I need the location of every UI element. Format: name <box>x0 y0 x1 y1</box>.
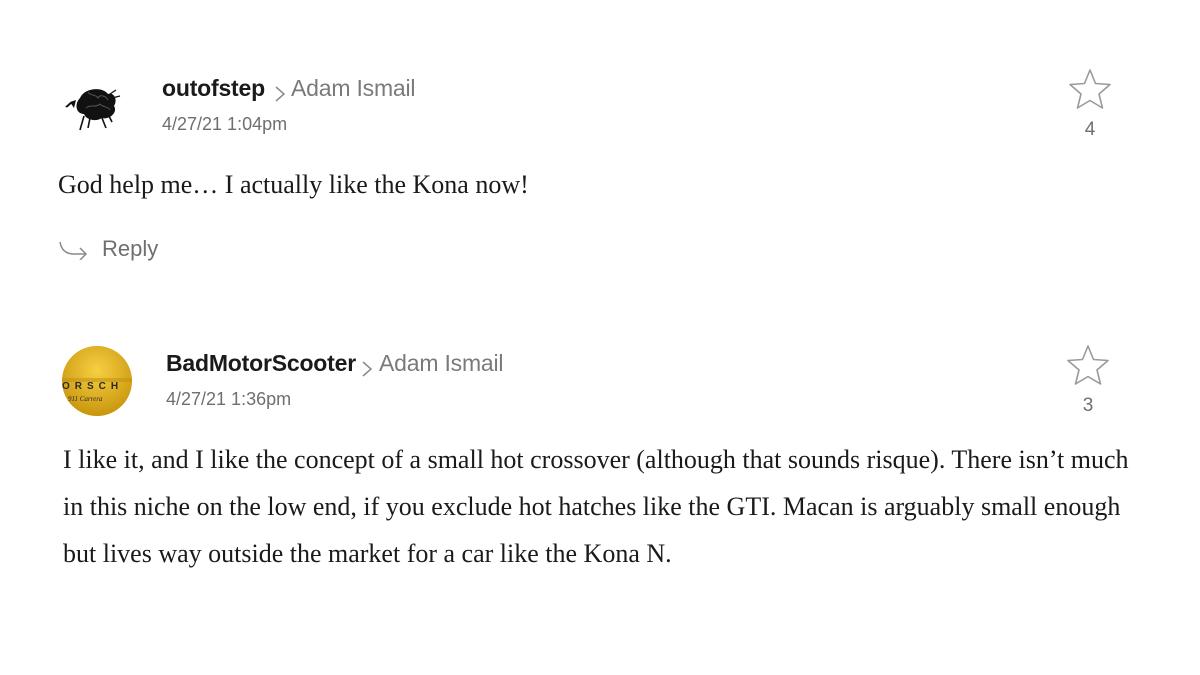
comment-body: I like it, and I like the concept of a s… <box>63 445 1129 568</box>
avatar[interactable]: ORSCH 911 Carrera <box>62 346 132 416</box>
star-count: 3 <box>1082 395 1094 416</box>
svg-text:ORSCH: ORSCH <box>62 381 123 392</box>
chevron-right-icon <box>362 361 373 377</box>
comment-timestamp[interactable]: 4/27/21 1:36pm <box>166 389 291 410</box>
comment-username[interactable]: BadMotorScooter <box>166 350 356 377</box>
porsche-badge-avatar-icon: ORSCH 911 Carrera <box>62 346 132 416</box>
svg-text:911 Carrera: 911 Carrera <box>68 395 103 403</box>
comment: ORSCH 911 Carrera BadMotorScooter Adam I… <box>0 0 1200 675</box>
reply-to-author[interactable]: Adam Ismail <box>379 350 504 377</box>
star-icon[interactable] <box>1065 343 1111 387</box>
